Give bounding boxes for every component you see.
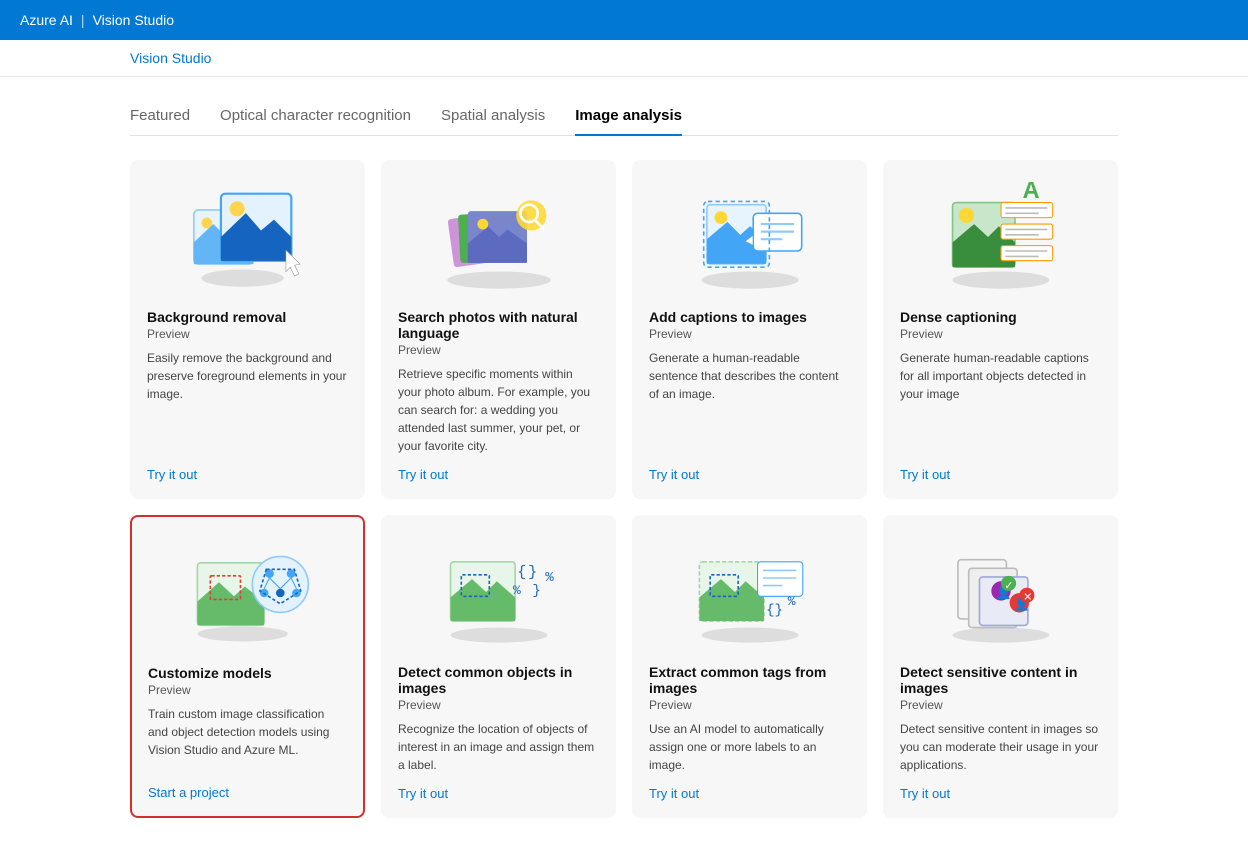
tab-featured[interactable]: Featured (130, 97, 190, 136)
breadcrumb-link[interactable]: Vision Studio (130, 50, 211, 66)
card-extract-tags: {} % Extract common tags from images Pre… (632, 515, 867, 818)
card-add-captions-desc: Generate a human-readable sentence that … (649, 349, 850, 455)
card-extract-tags-badge: Preview (649, 698, 850, 712)
topbar: Azure AI | Vision Studio (0, 0, 1248, 40)
svg-text:{}: {} (766, 603, 783, 619)
card-add-captions: Add captions to images Preview Generate … (632, 160, 867, 499)
card-search-photos-desc: Retrieve specific moments within your ph… (398, 365, 599, 455)
card-customize-models-desc: Train custom image classification and ob… (148, 705, 347, 773)
product-label: Vision Studio (93, 12, 174, 28)
card-sensitive-content-badge: Preview (900, 698, 1101, 712)
svg-text:✕: ✕ (1023, 592, 1032, 604)
card-dense-captioning-image: A (900, 177, 1101, 297)
card-search-photos-image (398, 177, 599, 297)
card-sensitive-content-title: Detect sensitive content in images (900, 664, 1101, 696)
card-bg-removal: Background removal Preview Easily remove… (130, 160, 365, 499)
card-detect-objects-link[interactable]: Try it out (398, 786, 599, 801)
card-detect-objects-title: Detect common objects in images (398, 664, 599, 696)
card-add-captions-badge: Preview (649, 327, 850, 341)
card-detect-objects-badge: Preview (398, 698, 599, 712)
card-dense-captioning: A Dense captioning Preview Generate huma… (883, 160, 1118, 499)
tab-ocr[interactable]: Optical character recognition (220, 97, 411, 136)
tabs-container: Featured Optical character recognition S… (130, 97, 1118, 136)
tab-spatial[interactable]: Spatial analysis (441, 97, 545, 136)
svg-text:%: % (787, 594, 795, 609)
card-extract-tags-desc: Use an AI model to automatically assign … (649, 720, 850, 774)
card-dense-captioning-link[interactable]: Try it out (900, 467, 1101, 482)
svg-text:}: } (528, 563, 537, 581)
card-add-captions-title: Add captions to images (649, 309, 850, 325)
card-sensitive-content-image: 👤 ✓ 👤 ✕ (900, 532, 1101, 652)
cards-grid: Background removal Preview Easily remove… (130, 160, 1118, 818)
svg-text:✓: ✓ (1004, 580, 1013, 592)
breadcrumb-bar: Vision Studio (0, 40, 1248, 77)
card-search-photos-link[interactable]: Try it out (398, 467, 599, 482)
svg-text:}: } (532, 583, 540, 599)
card-bg-removal-desc: Easily remove the background and preserv… (147, 349, 348, 455)
card-extract-tags-link[interactable]: Try it out (649, 786, 850, 801)
card-sensitive-content: 👤 ✓ 👤 ✕ Detect sensitive content in imag… (883, 515, 1118, 818)
svg-text:A: A (1022, 182, 1039, 204)
card-customize-models-title: Customize models (148, 665, 347, 681)
card-bg-removal-title: Background removal (147, 309, 348, 325)
svg-text:{: { (517, 563, 526, 581)
card-bg-removal-badge: Preview (147, 327, 348, 341)
card-detect-objects-desc: Recognize the location of objects of int… (398, 720, 599, 774)
tab-image-analysis[interactable]: Image analysis (575, 97, 682, 136)
card-bg-removal-image (147, 177, 348, 297)
card-extract-tags-image: {} % (649, 532, 850, 652)
brand-label: Azure AI (20, 12, 73, 28)
card-customize-models: Customize models Preview Train custom im… (130, 515, 365, 818)
card-sensitive-content-desc: Detect sensitive content in images so yo… (900, 720, 1101, 774)
card-search-photos: Search photos with natural language Prev… (381, 160, 616, 499)
card-customize-models-image (148, 533, 347, 653)
card-customize-models-link[interactable]: Start a project (148, 785, 347, 800)
card-search-photos-title: Search photos with natural language (398, 309, 599, 341)
card-customize-models-badge: Preview (148, 683, 347, 697)
card-dense-captioning-badge: Preview (900, 327, 1101, 341)
card-bg-removal-link[interactable]: Try it out (147, 467, 348, 482)
svg-text:%: % (545, 570, 554, 586)
main-content: Featured Optical character recognition S… (0, 77, 1248, 858)
topbar-separator: | (81, 12, 85, 28)
card-sensitive-content-link[interactable]: Try it out (900, 786, 1101, 801)
svg-text:%: % (513, 583, 521, 598)
card-extract-tags-title: Extract common tags from images (649, 664, 850, 696)
card-add-captions-link[interactable]: Try it out (649, 467, 850, 482)
card-detect-objects: { } % } % Detect common objects in image… (381, 515, 616, 818)
card-detect-objects-image: { } % } % (398, 532, 599, 652)
card-search-photos-badge: Preview (398, 343, 599, 357)
card-dense-captioning-title: Dense captioning (900, 309, 1101, 325)
card-add-captions-image (649, 177, 850, 297)
card-dense-captioning-desc: Generate human-readable captions for all… (900, 349, 1101, 455)
